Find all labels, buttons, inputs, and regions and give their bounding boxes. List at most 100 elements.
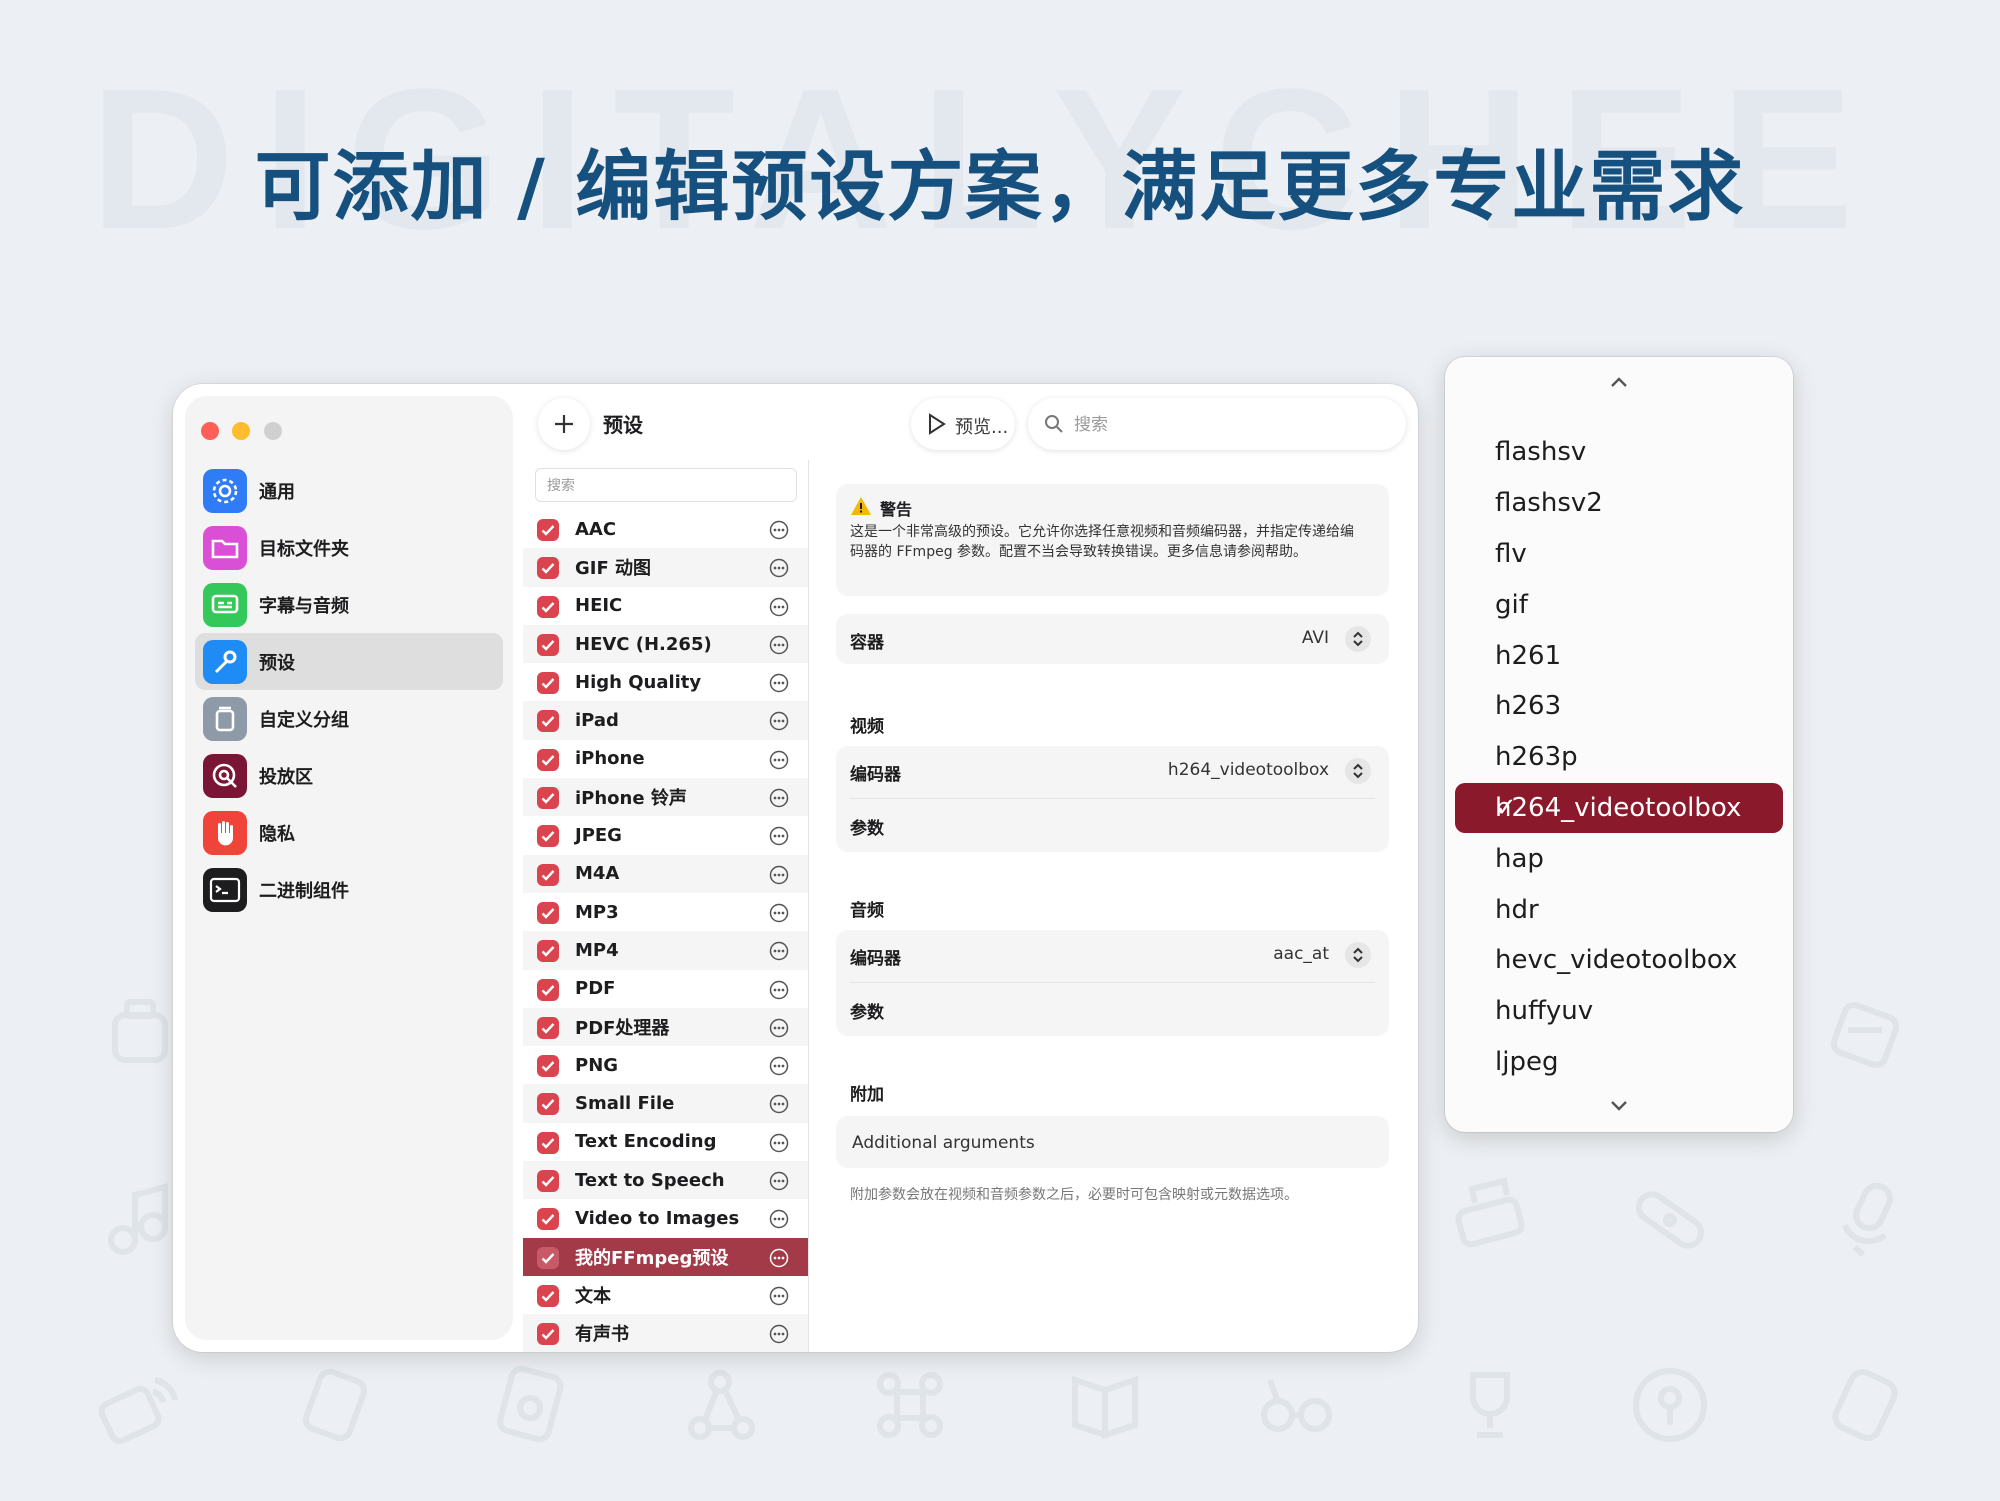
more-options-icon[interactable] <box>769 865 789 885</box>
preset-row[interactable]: iPhone <box>523 740 808 778</box>
more-options-icon[interactable] <box>769 673 789 693</box>
more-options-icon[interactable] <box>769 1018 789 1038</box>
more-options-icon[interactable] <box>769 1171 789 1191</box>
preset-row[interactable]: HEVC (H.265) <box>523 624 808 664</box>
preset-row[interactable]: Video to Images <box>523 1199 808 1237</box>
more-options-icon[interactable] <box>769 1324 789 1344</box>
more-options-icon[interactable] <box>769 1286 789 1306</box>
additional-arguments-input[interactable] <box>850 1128 1374 1158</box>
video-encoder-value[interactable]: h264_videotoolbox <box>1168 760 1329 780</box>
preset-row[interactable]: PDF处理器 <box>523 1007 808 1047</box>
preset-row[interactable]: High Quality <box>523 663 808 701</box>
add-preset-button[interactable] <box>538 398 590 450</box>
more-options-icon[interactable] <box>769 941 789 961</box>
encoder-option[interactable]: hevc_videotoolbox <box>1445 935 1793 986</box>
container-row[interactable]: 容器 AVI <box>836 614 1389 664</box>
preset-row[interactable]: MP3 <box>523 893 808 931</box>
preset-checkbox[interactable] <box>537 1016 559 1039</box>
sidebar-item-drop-zone[interactable]: 投放区 <box>195 747 503 804</box>
video-params-label[interactable]: 参数 <box>850 814 884 839</box>
encoder-option[interactable]: h261 <box>1445 630 1793 681</box>
encoder-option[interactable]: flv <box>1445 529 1793 580</box>
preset-row[interactable]: 我的FFmpeg预设 <box>523 1237 808 1276</box>
preset-checkbox[interactable] <box>537 940 559 963</box>
zoom-window-button[interactable] <box>264 422 282 440</box>
encoder-option[interactable]: flashsv2 <box>1445 478 1793 529</box>
chevron-down-icon[interactable] <box>1609 1099 1629 1113</box>
preset-checkbox[interactable] <box>537 1284 559 1307</box>
preset-checkbox[interactable] <box>537 748 559 771</box>
more-options-icon[interactable] <box>769 826 789 846</box>
preset-checkbox[interactable] <box>537 1323 559 1346</box>
preset-checkbox[interactable] <box>537 863 559 886</box>
toolbar-search-input[interactable] <box>1072 410 1386 440</box>
preset-checkbox[interactable] <box>537 595 559 618</box>
preset-row[interactable]: GIF 动图 <box>523 548 808 587</box>
preset-row[interactable]: M4A <box>523 854 808 893</box>
more-options-icon[interactable] <box>769 1209 789 1229</box>
preset-row[interactable]: iPad <box>523 701 808 740</box>
more-options-icon[interactable] <box>769 520 789 540</box>
more-options-icon[interactable] <box>769 711 789 731</box>
more-options-icon[interactable] <box>769 597 789 617</box>
preset-checkbox[interactable] <box>537 519 559 541</box>
more-options-icon[interactable] <box>769 1094 789 1114</box>
more-options-icon[interactable] <box>769 635 789 655</box>
preset-row[interactable]: Text Encoding <box>523 1123 808 1161</box>
preset-checkbox[interactable] <box>537 1093 559 1116</box>
more-options-icon[interactable] <box>769 788 789 808</box>
encoder-option[interactable]: ✓ h264_videotoolbox <box>1455 782 1783 834</box>
preset-checkbox[interactable] <box>537 557 559 580</box>
preset-checkbox[interactable] <box>537 1055 559 1078</box>
preset-row[interactable]: AAC <box>523 510 808 548</box>
preset-row[interactable]: PDF <box>523 970 808 1008</box>
preset-row[interactable]: MP4 <box>523 931 808 970</box>
preset-checkbox[interactable] <box>537 633 559 656</box>
encoder-option[interactable]: huffyuv <box>1445 986 1793 1037</box>
sidebar-item-binaries[interactable]: 二进制组件 <box>195 861 503 918</box>
audio-encoder-stepper[interactable] <box>1345 942 1371 968</box>
preset-checkbox[interactable] <box>537 978 559 1001</box>
audio-params-label[interactable]: 参数 <box>850 998 884 1023</box>
preset-row[interactable]: Text to Speech <box>523 1161 808 1200</box>
preset-row[interactable]: 有声书 <box>523 1314 808 1352</box>
preset-checkbox[interactable] <box>537 1170 559 1193</box>
encoder-option[interactable]: gif <box>1445 579 1793 630</box>
sidebar-item-subtitles-audio[interactable]: 字幕与音频 <box>195 576 503 633</box>
preset-checkbox[interactable] <box>537 825 559 848</box>
preset-search-input[interactable] <box>545 474 789 498</box>
more-options-icon[interactable] <box>769 980 789 1000</box>
preset-row[interactable]: HEIC <box>523 587 808 625</box>
preset-checkbox[interactable] <box>537 710 559 733</box>
container-stepper[interactable] <box>1345 626 1371 652</box>
more-options-icon[interactable] <box>769 903 789 923</box>
more-options-icon[interactable] <box>769 1056 789 1076</box>
more-options-icon[interactable] <box>769 1133 789 1153</box>
preset-row[interactable]: JPEG <box>523 816 808 854</box>
close-window-button[interactable] <box>201 422 219 440</box>
preset-checkbox[interactable] <box>537 901 559 924</box>
preset-checkbox[interactable] <box>537 1131 559 1154</box>
encoder-option[interactable]: hdr <box>1445 884 1793 935</box>
encoder-option[interactable]: hap <box>1445 833 1793 884</box>
preview-button[interactable]: 预览... <box>911 398 1015 450</box>
minimize-window-button[interactable] <box>232 422 250 440</box>
encoder-option[interactable]: flashsv <box>1445 427 1793 478</box>
preset-checkbox[interactable] <box>537 787 559 810</box>
sidebar-item-destination-folder[interactable]: 目标文件夹 <box>195 519 503 576</box>
preset-checkbox[interactable] <box>537 1246 559 1269</box>
sidebar-item-custom-groups[interactable]: 自定义分组 <box>195 690 503 747</box>
encoder-option[interactable]: ljpeg <box>1445 1037 1793 1088</box>
more-options-icon[interactable] <box>769 750 789 770</box>
preset-row[interactable]: PNG <box>523 1046 808 1084</box>
chevron-up-icon[interactable] <box>1609 375 1629 389</box>
sidebar-item-privacy[interactable]: 隐私 <box>195 804 503 861</box>
encoder-option[interactable]: h263 <box>1445 681 1793 732</box>
more-options-icon[interactable] <box>769 1248 789 1268</box>
video-encoder-stepper[interactable] <box>1345 758 1371 784</box>
preset-checkbox[interactable] <box>537 672 559 695</box>
encoder-option[interactable]: h263p <box>1445 732 1793 783</box>
preset-row[interactable]: Small File <box>523 1084 808 1123</box>
sidebar-item-general[interactable]: 通用 <box>195 462 503 519</box>
more-options-icon[interactable] <box>769 558 789 578</box>
